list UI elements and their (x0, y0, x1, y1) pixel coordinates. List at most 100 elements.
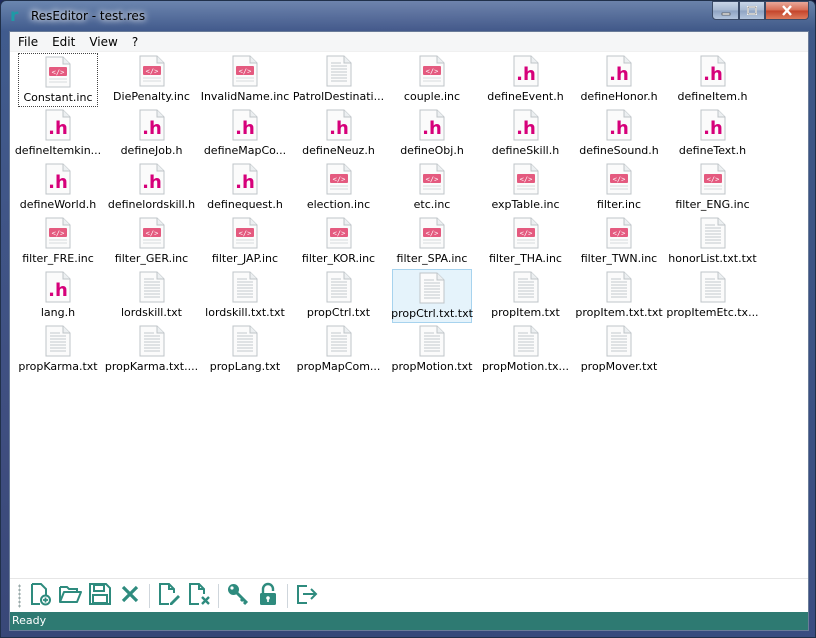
close-window-icon (782, 5, 792, 16)
file-item[interactable]: </> InvalidName.inc (201, 53, 289, 107)
exit-button[interactable] (294, 583, 320, 609)
menu-edit[interactable]: Edit (45, 32, 82, 52)
file-item[interactable]: propMover.txt (579, 323, 659, 377)
file-item[interactable]: .h defineWorld.h (18, 161, 98, 215)
file-item[interactable]: </> DiePenalty.inc (112, 53, 192, 107)
file-item[interactable]: propItem.txt.txt (575, 269, 663, 323)
file-item[interactable]: propKarma.txt (18, 323, 98, 377)
file-item[interactable]: </> filter_TWN.inc (579, 215, 659, 269)
file-label: filter_SPA.inc (396, 252, 468, 265)
toolbar-grip[interactable] (18, 583, 21, 608)
title-bar[interactable]: r ResEditor - test.res (1, 1, 815, 31)
file-item[interactable]: </> Constant.inc (18, 53, 98, 107)
file-item[interactable]: honorList.txt.txt (668, 215, 757, 269)
file-item[interactable]: .h defineSkill.h (486, 107, 566, 161)
close-button[interactable] (117, 583, 143, 609)
file-item[interactable]: .h defineObj.h (392, 107, 472, 161)
code-file-icon: </> (700, 163, 726, 195)
toolbar-separator (149, 583, 150, 608)
text-file-icon (326, 271, 352, 303)
file-label: propLang.txt (209, 360, 281, 373)
file-item[interactable]: </> expTable.inc (486, 161, 566, 215)
file-item[interactable]: .h defineItem.h (673, 53, 753, 107)
file-item[interactable]: </> election.inc (299, 161, 379, 215)
file-item[interactable]: .h lang.h (18, 269, 98, 323)
file-item[interactable]: </> filter.inc (579, 161, 659, 215)
file-item[interactable]: PatrolDestinati... (293, 53, 384, 107)
text-file-icon (139, 271, 165, 303)
file-item[interactable]: .h defineSound.h (579, 107, 659, 161)
file-item[interactable]: .h defineText.h (673, 107, 753, 161)
status-text: Ready (12, 614, 47, 627)
text-file-icon (139, 325, 165, 357)
file-item[interactable]: .h defineEvent.h (486, 53, 566, 107)
new-file-button[interactable] (27, 583, 53, 609)
file-item[interactable]: </> couple.inc (392, 53, 472, 107)
file-item[interactable]: lordskill.txt.txt (205, 269, 285, 323)
header-file-icon: .h (419, 109, 445, 141)
code-file-icon: </> (419, 217, 445, 249)
file-label: defineSound.h (579, 144, 659, 157)
file-item[interactable]: .h definelordskill.h (108, 161, 195, 215)
file-item[interactable]: propMapCom... (297, 323, 380, 377)
menu-file[interactable]: File (11, 32, 45, 52)
file-label: propKarma.txt (18, 360, 98, 373)
file-label: definequest.h (207, 198, 283, 211)
file-label: etc.inc (413, 198, 451, 211)
file-item[interactable]: </> filter_KOR.inc (299, 215, 379, 269)
file-item[interactable]: lordskill.txt (112, 269, 192, 323)
file-item[interactable]: propLang.txt (205, 323, 285, 377)
app-icon: r (10, 6, 19, 26)
file-item[interactable]: propMotion.tx... (482, 323, 569, 377)
file-label: filter.inc (596, 198, 642, 211)
file-item[interactable]: .h defineNeuz.h (299, 107, 379, 161)
file-item[interactable]: </> filter_FRE.inc (18, 215, 98, 269)
file-item[interactable]: .h defineHonor.h (579, 53, 659, 107)
file-item[interactable]: propItemEtc.tx... (666, 269, 759, 323)
file-item[interactable]: propItem.txt (486, 269, 566, 323)
file-label: lordskill.txt.txt (205, 306, 285, 319)
file-label: filter_JAP.inc (211, 252, 279, 265)
file-label: propItem.txt (491, 306, 560, 319)
open-folder-button[interactable] (57, 583, 83, 609)
minimize-button[interactable] (712, 1, 739, 20)
close-window-button[interactable] (765, 1, 809, 20)
svg-text:.h: .h (422, 118, 442, 139)
window-title: ResEditor - test.res (31, 9, 146, 23)
file-label: propMapCom... (296, 360, 381, 373)
file-item[interactable]: .h defineJob.h (112, 107, 192, 161)
save-button[interactable] (87, 583, 113, 609)
file-item[interactable]: .h definequest.h (205, 161, 285, 215)
file-item[interactable]: </> filter_GER.inc (112, 215, 192, 269)
file-item[interactable]: propCtrl.txt (299, 269, 379, 323)
menu-view[interactable]: View (82, 32, 124, 52)
file-item[interactable]: propKarma.txt.... (105, 323, 198, 377)
file-item[interactable]: </> filter_JAP.inc (205, 215, 285, 269)
edit-file-button[interactable] (156, 583, 182, 609)
file-label: defineSkill.h (491, 144, 560, 157)
code-file-icon: </> (326, 217, 352, 249)
code-file-icon: </> (419, 163, 445, 195)
file-item[interactable]: .h defineItemkin... (15, 107, 101, 161)
file-list[interactable]: </> Constant.inc </> DiePenalty.inc </> Inval… (10, 52, 808, 578)
file-item[interactable]: </> filter_SPA.inc (392, 215, 472, 269)
code-file-icon: </> (513, 217, 539, 249)
edit-file-icon (157, 582, 181, 609)
svg-text:</>: </> (706, 175, 719, 183)
maximize-button[interactable] (739, 1, 765, 20)
delete-file-button[interactable] (186, 583, 212, 609)
file-item[interactable]: </> etc.inc (392, 161, 472, 215)
text-file-icon (232, 271, 258, 303)
file-label: propCtrl.txt (306, 306, 371, 319)
file-item[interactable]: propMotion.txt (392, 323, 472, 377)
file-label: couple.inc (403, 90, 461, 103)
file-item[interactable]: </> filter_ENG.inc (673, 161, 753, 215)
key-button[interactable] (225, 583, 251, 609)
file-item[interactable]: propCtrl.txt.txt (391, 269, 473, 323)
svg-text:.h: .h (516, 118, 536, 139)
file-item[interactable]: .h defineMapCo... (204, 107, 286, 161)
lock-button[interactable] (255, 582, 281, 609)
file-item[interactable]: </> filter_THA.inc (486, 215, 566, 269)
svg-text:</>: </> (519, 229, 532, 237)
menu-help[interactable]: ? (125, 32, 145, 52)
